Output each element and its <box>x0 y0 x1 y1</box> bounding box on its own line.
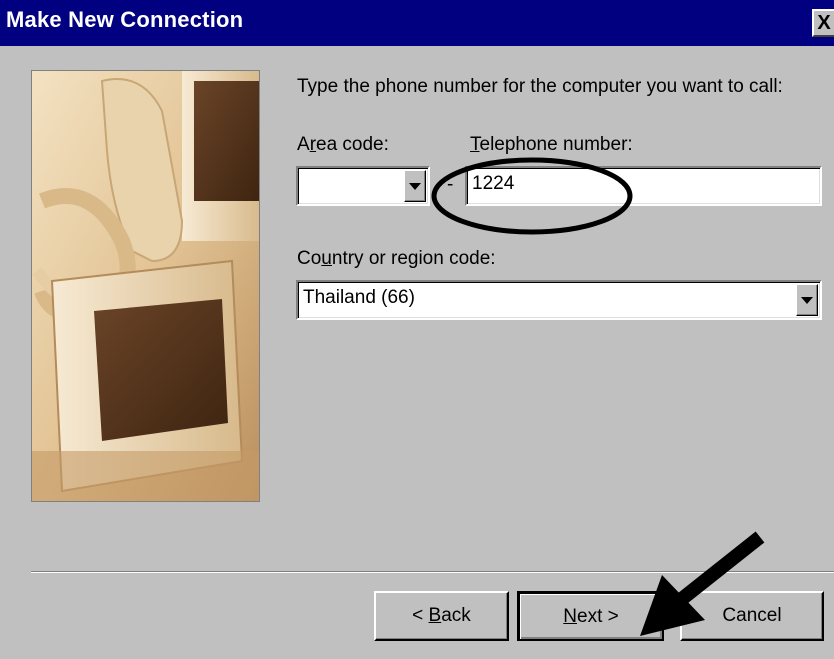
cancel-button[interactable]: Cancel <box>680 591 824 641</box>
instruction-text: Type the phone number for the computer y… <box>297 76 783 97</box>
area-code-combobox[interactable] <box>296 166 430 206</box>
telephone-number-value: 1224 <box>472 173 515 194</box>
country-region-label: Country or region code: <box>297 248 496 269</box>
telephone-number-input[interactable]: 1224 <box>465 166 822 206</box>
make-new-connection-dialog: Make New Connection X Type the phone num… <box>0 0 834 659</box>
close-button[interactable]: X <box>812 9 834 37</box>
chevron-down-icon <box>409 183 421 190</box>
telephone-and-monitors-image <box>31 70 260 502</box>
area-code-dropdown-button[interactable] <box>404 170 426 202</box>
area-code-label: Area code: <box>297 134 389 155</box>
dialog-title: Make New Connection <box>6 7 244 32</box>
next-button[interactable]: Next > <box>517 591 664 641</box>
area-telephone-separator: - <box>447 174 454 195</box>
country-region-value: Thailand (66) <box>303 287 415 308</box>
chevron-down-icon <box>801 297 813 304</box>
telephone-number-label: Telephone number: <box>470 134 633 155</box>
country-region-combobox[interactable]: Thailand (66) <box>296 280 822 320</box>
illustration-graphic <box>32 71 259 501</box>
title-bar: Make New Connection X <box>0 0 834 46</box>
country-region-dropdown-button[interactable] <box>796 284 818 316</box>
back-button[interactable]: < Back <box>374 591 509 641</box>
button-separator-line <box>31 571 834 573</box>
close-icon: X <box>817 12 831 34</box>
